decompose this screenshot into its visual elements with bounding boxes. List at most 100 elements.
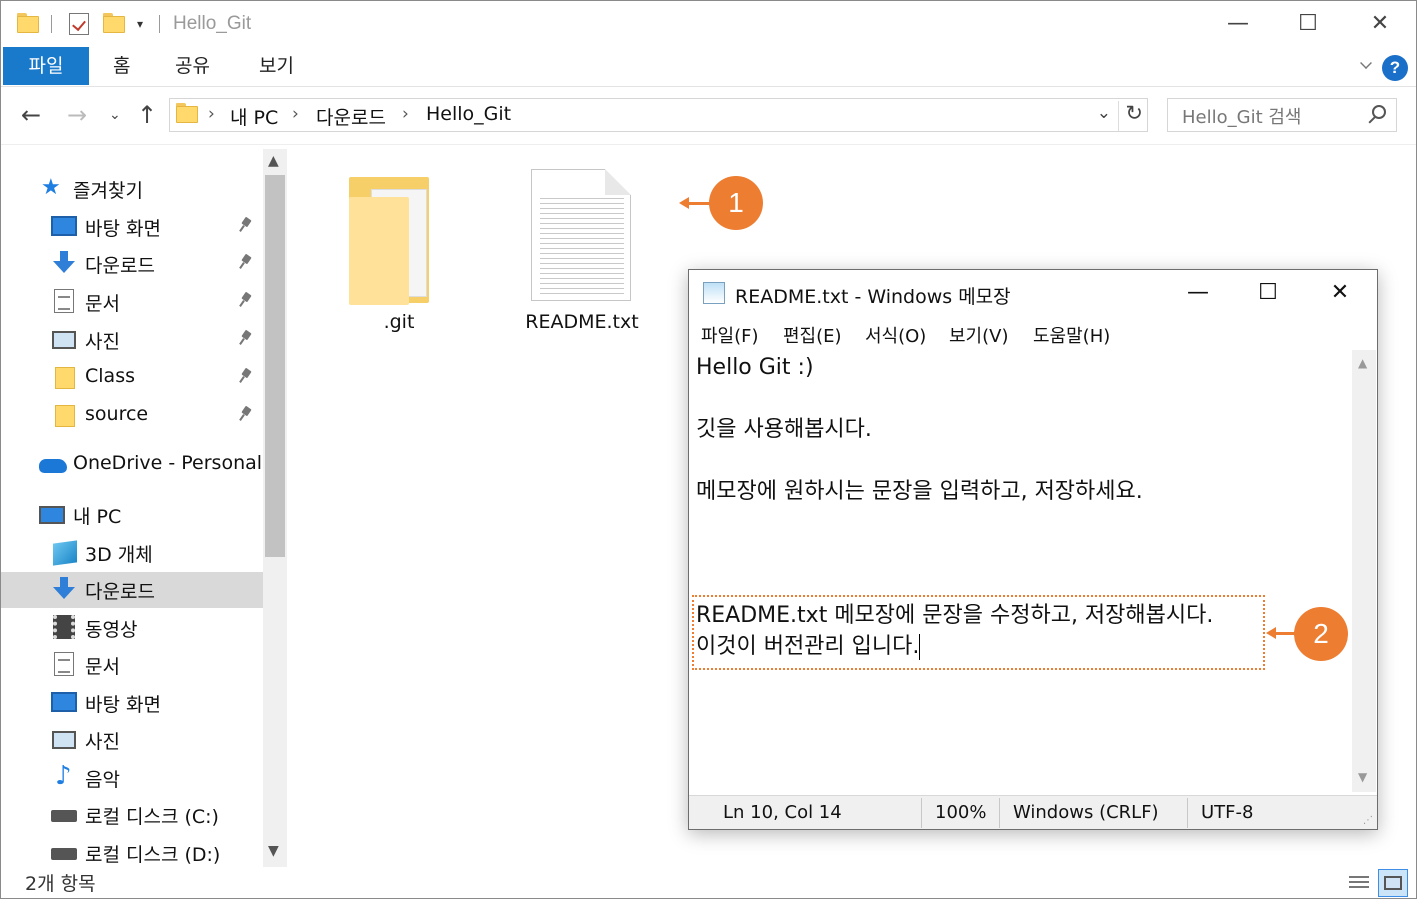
properties-icon[interactable] [69,13,89,35]
notepad-scrollbar[interactable]: ▲ ▼ [1352,350,1376,792]
back-button[interactable]: ← [21,101,41,129]
notepad-text-area[interactable]: Hello Git :) 깃을 사용해봅시다. 메모장에 원하시는 문장을 입력… [690,350,1354,792]
pin-icon[interactable] [239,218,253,232]
sidebar-item-this-pc[interactable]: 내 PC [1,497,263,533]
menu-file[interactable]: 파일(F) [701,322,759,348]
computer-icon [39,506,65,524]
sidebar-item-quick-access[interactable]: ★ 즐겨찾기 [1,171,263,207]
new-folder-icon[interactable] [103,13,125,33]
pin-icon[interactable] [239,255,253,269]
sidebar-item-label: source [85,403,149,425]
sidebar-item-label: 3D 개체 [85,544,153,566]
large-icons-view-icon [1384,876,1402,890]
resize-grip-icon[interactable]: ⋰ [1363,815,1373,826]
sidebar-item-downloads[interactable]: 다운로드 [1,572,263,608]
sidebar-item-pictures[interactable]: 사진 [1,722,263,758]
scroll-down-icon[interactable]: ▼ [268,843,279,859]
status-divider [999,798,1000,828]
line-ending: Windows (CRLF) [1013,802,1159,823]
address-bar[interactable]: › 내 PC › 다운로드 › Hello_Git ⌄ ↻ [169,98,1148,132]
status-divider [921,798,922,828]
sidebar-item-label: 문서 [85,656,120,678]
sidebar-item-music[interactable]: ♪ 음악 [1,760,263,796]
menu-view[interactable]: 보기(V) [949,322,1008,348]
tab-share[interactable]: 공유 [161,47,224,85]
customize-quick-access-icon[interactable]: ▾ [137,17,143,31]
breadcrumb-this-pc[interactable]: 내 PC [230,103,278,130]
maximize-button[interactable]: ☐ [1285,9,1331,41]
pin-icon[interactable] [239,369,253,383]
sidebar-item-desktop[interactable]: 바탕 화면 [1,685,263,721]
sidebar-item-local-disk-d[interactable]: 로컬 디스크 (D:) [1,835,263,867]
chevron-right-icon[interactable]: › [292,104,299,124]
help-icon[interactable]: ? [1382,55,1408,81]
breadcrumb-hello-git[interactable]: Hello_Git [426,103,511,125]
pin-icon[interactable] [239,407,253,421]
search-icon[interactable] [1372,105,1386,119]
sidebar-item-downloads-pinned[interactable]: 다운로드 [1,246,263,282]
encoding: UTF-8 [1201,802,1254,823]
sidebar-item-3d-objects[interactable]: 3D 개체 [1,535,263,571]
notepad-icon [703,282,725,304]
chevron-down-icon[interactable]: ⌄ [1097,103,1111,123]
details-view-icon [1349,876,1369,890]
sidebar-item-documents[interactable]: 문서 [1,647,263,683]
menu-help[interactable]: 도움말(H) [1033,322,1110,348]
drive-icon [51,810,77,822]
navigation-bar: ← → ⌄ ↑ › 내 PC › 다운로드 › Hello_Git ⌄ ↻ He… [1,87,1416,145]
scroll-up-icon[interactable]: ▲ [268,153,279,169]
sidebar-item-documents-pinned[interactable]: 문서 [1,284,263,320]
sidebar-item-class[interactable]: Class [1,360,263,396]
up-button[interactable]: ↑ [137,101,157,129]
minimize-button[interactable]: — [1215,9,1261,41]
git-folder-icon[interactable] [349,177,431,305]
search-input[interactable]: Hello_Git 검색 [1167,98,1397,132]
menu-format[interactable]: 서식(O) [865,322,926,348]
forward-button[interactable]: → [67,101,87,129]
sidebar-item-label: 동영상 [85,619,138,641]
sidebar-item-onedrive[interactable]: OneDrive - Personal [1,447,263,483]
tab-file[interactable]: 파일 [3,47,89,85]
folder-icon [55,365,75,389]
text-line: Hello Git :) [696,355,814,380]
sidebar-item-local-disk-c[interactable]: 로컬 디스크 (C:) [1,797,263,833]
large-icons-view-button[interactable] [1378,869,1408,897]
menu-edit[interactable]: 편집(E) [783,322,842,348]
navigation-pane: ★ 즐겨찾기 바탕 화면 다운로드 문서 사진 Class source One… [1,149,263,867]
pin-icon[interactable] [239,331,253,345]
chevron-right-icon[interactable]: › [208,104,215,124]
maximize-button[interactable]: ☐ [1245,278,1291,310]
sidebar-item-source[interactable]: source [1,398,263,434]
sidebar-item-desktop-pinned[interactable]: 바탕 화면 [1,209,263,245]
tab-home[interactable]: 홈 [99,47,144,85]
scroll-up-icon[interactable]: ▲ [1358,356,1367,370]
tab-view[interactable]: 보기 [245,47,308,85]
status-divider [1187,798,1188,828]
breadcrumb-downloads[interactable]: 다운로드 [316,103,386,130]
details-view-button[interactable] [1343,869,1373,897]
readme-file-icon[interactable] [531,169,631,301]
sidebar-item-pictures-pinned[interactable]: 사진 [1,322,263,358]
refresh-icon[interactable]: ↻ [1118,101,1143,131]
document-icon [54,289,74,313]
close-button[interactable]: ✕ [1317,278,1363,310]
film-icon [53,615,75,639]
scrollbar-thumb[interactable] [265,175,285,557]
pin-icon[interactable] [239,293,253,307]
chevron-right-icon[interactable]: › [402,104,409,124]
expand-ribbon-icon[interactable] [1360,57,1372,69]
file-name-readme[interactable]: README.txt [521,311,643,333]
sidebar-item-label: 사진 [85,731,120,753]
document-icon [54,652,74,676]
file-name-git[interactable]: .git [349,311,449,333]
sidebar-scrollbar[interactable]: ▲ ▼ [263,149,287,867]
close-button[interactable]: ✕ [1357,9,1403,41]
recent-locations-icon[interactable]: ⌄ [109,107,121,123]
minimize-button[interactable]: — [1175,278,1221,310]
sidebar-item-label: 다운로드 [85,581,155,603]
sidebar-item-label: 다운로드 [85,255,155,277]
sidebar-item-label: 로컬 디스크 (C:) [85,806,219,828]
sidebar-item-label: 음악 [85,769,120,791]
scroll-down-icon[interactable]: ▼ [1358,770,1367,784]
sidebar-item-videos[interactable]: 동영상 [1,610,263,646]
